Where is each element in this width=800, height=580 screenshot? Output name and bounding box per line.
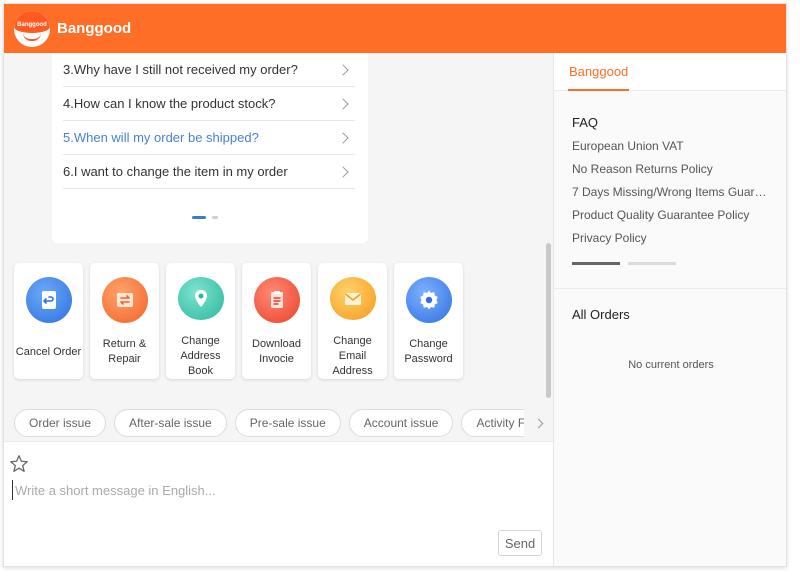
tag-order-issue[interactable]: Order issue bbox=[14, 409, 107, 437]
gear-icon bbox=[405, 277, 452, 323]
faq-item-label: 4.How can I know the product stock? bbox=[63, 96, 276, 111]
tag-after-sale-issue[interactable]: After-sale issue bbox=[114, 409, 227, 437]
envelope-icon bbox=[329, 277, 376, 320]
return-repair-icon bbox=[101, 277, 148, 323]
faq-link-returns-policy[interactable]: No Reason Returns Policy bbox=[572, 162, 772, 176]
faq-item-6[interactable]: 6.I want to change the item in my order bbox=[63, 155, 355, 189]
action-label: Cancel Order bbox=[15, 346, 82, 358]
change-address-book-button[interactable]: Change Address Book bbox=[166, 263, 235, 379]
download-invoice-button[interactable]: Download Invocie bbox=[242, 263, 311, 379]
orders-empty-text: No current orders bbox=[628, 359, 714, 371]
logo-text: Banggood bbox=[17, 21, 47, 28]
faq-link-quality-guarantee[interactable]: Product Quality Guarantee Policy bbox=[572, 208, 772, 222]
banggood-logo: Banggood bbox=[14, 10, 50, 47]
tab-banggood[interactable]: Banggood bbox=[568, 53, 630, 91]
change-password-button[interactable]: Change Password bbox=[394, 263, 463, 379]
action-label: Download Invocie bbox=[252, 338, 301, 365]
app-header: Banggood Banggood bbox=[4, 4, 786, 53]
cancel-order-button[interactable]: Cancel Order bbox=[14, 263, 83, 379]
orders-title: All Orders bbox=[572, 307, 630, 322]
faq-item-label: 3.Why have I still not received my order… bbox=[63, 62, 298, 77]
tag-account-issue[interactable]: Account issue bbox=[348, 409, 454, 437]
faq-item-3[interactable]: 3.Why have I still not received my order… bbox=[63, 53, 355, 87]
message-composer: Send bbox=[4, 441, 553, 566]
chevron-right-icon bbox=[337, 131, 349, 144]
document-icon bbox=[253, 277, 300, 323]
tag-pre-sale-issue[interactable]: Pre-sale issue bbox=[234, 409, 341, 437]
chevron-right-icon bbox=[533, 418, 544, 428]
return-repair-button[interactable]: Return & Repair bbox=[90, 263, 159, 379]
faq-card: 3.Why have I still not received my order… bbox=[52, 53, 368, 243]
chevron-right-icon bbox=[337, 63, 349, 76]
faq-link-privacy-policy[interactable]: Privacy Policy bbox=[572, 231, 772, 245]
quick-actions: Cancel Order Return & Repair Change Addr… bbox=[14, 263, 463, 379]
faq-link-missing-items[interactable]: 7 Days Missing/Wrong Items Guarantee bbox=[572, 185, 772, 199]
faq-item-5[interactable]: 5.When will my order be shipped? bbox=[63, 121, 355, 155]
location-pin-icon bbox=[177, 277, 224, 320]
chat-scrollbar[interactable] bbox=[546, 243, 551, 398]
faq-pager bbox=[572, 262, 676, 265]
cancel-order-icon bbox=[25, 277, 72, 323]
chevron-right-icon bbox=[337, 97, 349, 110]
app-title: Banggood bbox=[57, 20, 132, 37]
carousel-dots bbox=[192, 216, 218, 219]
action-label: Change Address Book bbox=[180, 335, 221, 377]
side-tabbar: Banggood bbox=[554, 53, 786, 91]
faq-section: FAQ European Union VAT No Reason Returns… bbox=[554, 91, 786, 289]
tags-scroll-right[interactable] bbox=[524, 409, 553, 437]
change-email-button[interactable]: Change Email Address bbox=[318, 263, 387, 379]
pager-bar[interactable] bbox=[628, 262, 676, 265]
message-input[interactable] bbox=[12, 480, 532, 500]
chevron-right-icon bbox=[337, 165, 349, 178]
star-icon[interactable] bbox=[8, 453, 30, 475]
faq-item-label: 5.When will my order be shipped? bbox=[63, 130, 259, 145]
faq-title: FAQ bbox=[572, 115, 599, 130]
carousel-dot-active[interactable] bbox=[192, 216, 206, 219]
topic-tags: Order issue After-sale issue Pre-sale is… bbox=[14, 409, 557, 437]
faq-item-4[interactable]: 4.How can I know the product stock? bbox=[63, 87, 355, 121]
faq-item-label: 6.I want to change the item in my order bbox=[63, 164, 288, 179]
chat-panel: 3.Why have I still not received my order… bbox=[4, 53, 557, 566]
chat-window: Banggood Banggood 3.Why have I still not… bbox=[3, 3, 787, 567]
send-button[interactable]: Send bbox=[498, 530, 542, 556]
action-label: Change Email Address bbox=[332, 335, 373, 377]
side-panel: Banggood FAQ European Union VAT No Reaso… bbox=[553, 53, 786, 566]
carousel-dot[interactable] bbox=[212, 216, 218, 219]
pager-bar-active[interactable] bbox=[572, 262, 620, 265]
action-label: Return & Repair bbox=[102, 338, 147, 365]
action-label: Change Password bbox=[404, 338, 453, 365]
faq-link-eu-vat[interactable]: European Union VAT bbox=[572, 139, 772, 153]
